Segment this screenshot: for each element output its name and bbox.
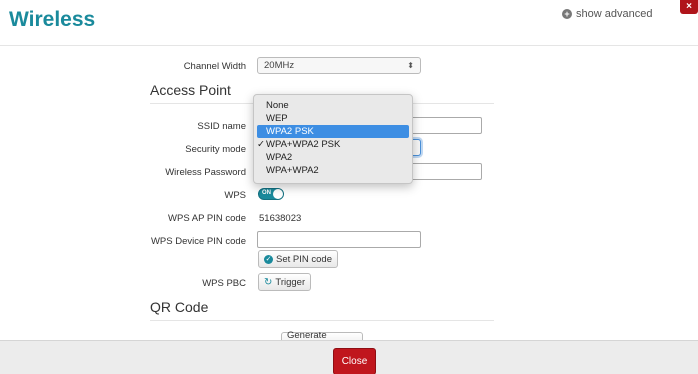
trigger-button[interactable]: ↻ Trigger [258,273,312,291]
dropdown-option-wpa2[interactable]: WPA2 [254,151,412,164]
show-advanced-link[interactable]: + show advanced [562,8,652,20]
section-divider [150,320,494,321]
page-title: Wireless [9,8,96,31]
channel-width-label: Channel Width [183,61,246,72]
wps-toggle[interactable]: ON [258,188,284,200]
option-label: None [266,100,289,111]
dropdown-option-wpa-wpa2-psk[interactable]: ✓ WPA+WPA2 PSK [254,138,412,151]
wps-ap-pin-label: WPS AP PIN code [168,213,246,224]
dropdown-option-wpa-wpa2[interactable]: WPA+WPA2 [254,164,412,177]
wireless-password-label: Wireless Password [165,167,246,178]
option-label: WPA2 PSK [266,126,314,137]
dropdown-option-wep[interactable]: WEP [254,112,412,125]
wps-label: WPS [224,190,246,201]
modal-footer: Close [0,340,698,374]
close-button[interactable]: Close [333,348,376,374]
qr-code-heading: QR Code [150,299,209,315]
channel-width-value: 20MHz [264,60,295,71]
access-point-heading: Access Point [150,82,231,98]
set-pin-code-button[interactable]: ✓ Set PIN code [258,250,338,268]
close-x-button[interactable]: × [680,0,698,14]
option-label: WPA+WPA2 PSK [266,139,341,150]
dropdown-option-none[interactable]: None [254,99,412,112]
checkmark-icon: ✓ [257,139,265,150]
trigger-label: Trigger [275,276,306,288]
set-pin-code-label: Set PIN code [276,253,332,265]
wps-device-pin-label: WPS Device PIN code [150,236,246,247]
channel-width-select[interactable]: 20MHz ⬍ [257,57,421,74]
plus-circle-icon: + [562,9,572,19]
ok-circle-icon: ✓ [264,254,273,264]
ssid-label: SSID name [197,121,246,132]
show-advanced-label: show advanced [576,8,653,20]
dropdown-option-wpa2-psk[interactable]: WPA2 PSK [257,125,409,138]
option-label: WPA+WPA2 [266,165,319,176]
option-label: WPA2 [266,152,293,163]
wps-toggle-text: ON [262,190,271,196]
wps-pbc-label: WPS PBC [202,278,246,289]
modal-header: Wireless + show advanced × [0,0,698,46]
wps-device-pin-input[interactable] [257,231,421,248]
refresh-icon: ↻ [264,276,273,288]
updown-chevron-icon: ⬍ [407,61,414,70]
option-label: WEP [266,113,288,124]
wps-ap-pin-value: 51638023 [259,213,302,224]
security-mode-dropdown[interactable]: None WEP WPA2 PSK ✓ WPA+WPA2 PSK WPA2 WP… [253,94,413,184]
security-mode-label: Security mode [185,144,246,155]
toggle-knob [273,189,283,199]
